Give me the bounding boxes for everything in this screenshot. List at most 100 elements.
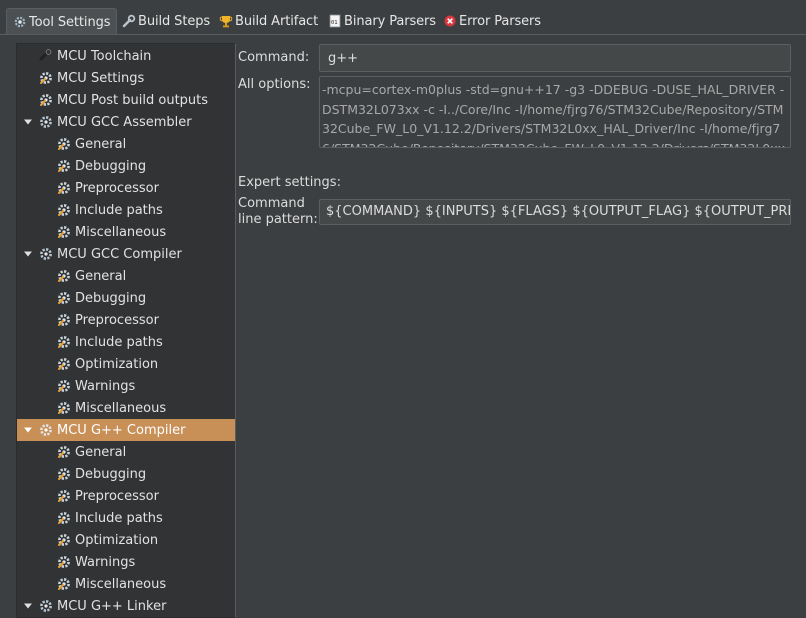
command-line-pattern-label: line pattern: xyxy=(238,212,318,227)
tab-build-steps[interactable]: Build Steps xyxy=(122,10,210,32)
command-line-pattern-input[interactable]: ${COMMAND} ${INPUTS} ${FLAGS} ${OUTPUT_F… xyxy=(319,199,791,225)
tree-item-compiler-general[interactable]: General xyxy=(17,265,235,287)
tree-item-label: Preprocessor xyxy=(75,312,159,328)
tree-item-label: Miscellaneous xyxy=(75,224,167,240)
tool-settings-tree[interactable]: MCU Toolchain MCU Settings MCU Post buil… xyxy=(16,43,236,618)
tree-item-mcu-gcc-compiler[interactable]: MCU GCC Compiler xyxy=(17,243,235,265)
tree-item-mcu-settings[interactable]: MCU Settings xyxy=(17,67,235,89)
tree-item-label: Include paths xyxy=(75,202,163,218)
tab-error-parsers[interactable]: Error Parsers xyxy=(443,10,541,32)
all-options-textarea[interactable]: -mcpu=cortex-m0plus -std=gnu++17 -g3 -DD… xyxy=(319,76,791,148)
tree-item-label: Include paths xyxy=(75,334,163,350)
tree-item-gpp-general[interactable]: General xyxy=(17,441,235,463)
command-label: Command: xyxy=(238,50,310,65)
error-icon xyxy=(443,14,457,28)
settings-page-icon xyxy=(56,334,72,350)
settings-page-icon xyxy=(56,202,72,218)
tab-label: Error Parsers xyxy=(459,13,541,29)
tool-icon xyxy=(38,422,54,438)
expand-triangle-icon[interactable] xyxy=(22,248,34,260)
tab-divider xyxy=(0,34,806,35)
tree-item-label: MCU Toolchain xyxy=(57,48,152,64)
settings-page-icon xyxy=(56,378,72,394)
settings-page-icon xyxy=(56,268,72,284)
settings-page-icon xyxy=(56,158,72,174)
settings-page-icon xyxy=(56,180,72,196)
tree-item-label: Optimization xyxy=(75,356,159,372)
command-line-pattern-label: Command xyxy=(238,196,305,211)
tree-item-compiler-miscellaneous[interactable]: Miscellaneous xyxy=(17,397,235,419)
tab-build-artifact[interactable]: Build Artifact xyxy=(219,10,318,32)
tree-item-compiler-optimization[interactable]: Optimization xyxy=(17,353,235,375)
gear-wrench-icon xyxy=(13,15,27,29)
tree-item-label: Warnings xyxy=(75,554,136,570)
tree-item-label: Preprocessor xyxy=(75,488,159,504)
settings-page-icon xyxy=(56,488,72,504)
settings-page-icon xyxy=(56,356,72,372)
tree-item-label: MCU GCC Assembler xyxy=(57,114,192,130)
tree-item-label: Miscellaneous xyxy=(75,400,167,416)
tree-item-compiler-warnings[interactable]: Warnings xyxy=(17,375,235,397)
gear-wrench-icon xyxy=(38,70,54,86)
tab-tool-settings[interactable]: Tool Settings xyxy=(6,8,118,35)
tree-item-assembler-preprocessor[interactable]: Preprocessor xyxy=(17,177,235,199)
tree-item-label: Debugging xyxy=(75,466,147,482)
settings-page-icon xyxy=(56,224,72,240)
tree-item-label: Preprocessor xyxy=(75,180,159,196)
tab-label: Build Steps xyxy=(138,13,211,29)
tree-item-label: Include paths xyxy=(75,510,163,526)
tool-icon xyxy=(38,598,54,614)
tree-item-label: Debugging xyxy=(75,290,147,306)
expert-settings-label: Expert settings: xyxy=(238,175,341,190)
settings-page-icon xyxy=(56,532,72,548)
tab-label: Tool Settings xyxy=(29,14,111,30)
tree-item-label: General xyxy=(75,136,127,152)
tree-item-label: Miscellaneous xyxy=(75,576,167,592)
tree-item-mcu-gcc-assembler[interactable]: MCU GCC Assembler xyxy=(17,111,235,133)
tree-item-label: Debugging xyxy=(75,158,147,174)
tab-binary-parsers[interactable]: 01 Binary Parsers xyxy=(328,10,436,32)
tree-item-compiler-include-paths[interactable]: Include paths xyxy=(17,331,235,353)
wrench-icon xyxy=(122,14,136,28)
settings-page-icon xyxy=(56,400,72,416)
tab-label: Build Artifact xyxy=(235,13,319,29)
tree-item-label: MCU G++ Linker xyxy=(57,598,167,614)
settings-page-icon xyxy=(56,466,72,482)
tree-item-gpp-preprocessor[interactable]: Preprocessor xyxy=(17,485,235,507)
tree-item-mcu-toolchain[interactable]: MCU Toolchain xyxy=(17,45,235,67)
trophy-icon xyxy=(219,14,233,28)
tree-item-label: General xyxy=(75,268,127,284)
tree-item-assembler-include-paths[interactable]: Include paths xyxy=(17,199,235,221)
tree-item-gpp-debugging[interactable]: Debugging xyxy=(17,463,235,485)
tree-item-compiler-debugging[interactable]: Debugging xyxy=(17,287,235,309)
command-input[interactable]: g++ xyxy=(319,44,791,72)
tree-item-assembler-general[interactable]: General xyxy=(17,133,235,155)
tree-item-mcu-gpp-linker[interactable]: MCU G++ Linker xyxy=(17,595,235,617)
tree-item-mcu-gpp-compiler[interactable]: MCU G++ Compiler xyxy=(17,419,235,441)
tree-item-label: Warnings xyxy=(75,378,136,394)
settings-page-icon xyxy=(56,136,72,152)
expand-triangle-icon[interactable] xyxy=(22,424,34,436)
tree-item-assembler-debugging[interactable]: Debugging xyxy=(17,155,235,177)
tree-item-label: Optimization xyxy=(75,532,159,548)
settings-page-icon xyxy=(56,290,72,306)
tree-item-mcu-post-build-outputs[interactable]: MCU Post build outputs xyxy=(17,89,235,111)
tree-item-gpp-miscellaneous[interactable]: Miscellaneous xyxy=(17,573,235,595)
tree-item-compiler-preprocessor[interactable]: Preprocessor xyxy=(17,309,235,331)
tab-label: Binary Parsers xyxy=(344,13,436,29)
tree-item-assembler-miscellaneous[interactable]: Miscellaneous xyxy=(17,221,235,243)
tree-item-label: MCU Settings xyxy=(57,70,145,86)
tool-icon xyxy=(38,114,54,130)
tree-item-label: MCU Post build outputs xyxy=(57,92,209,108)
settings-page-icon xyxy=(56,554,72,570)
tree-item-gpp-include-paths[interactable]: Include paths xyxy=(17,507,235,529)
settings-page-icon xyxy=(56,312,72,328)
tree-item-label: MCU GCC Compiler xyxy=(57,246,182,262)
settings-page-icon xyxy=(56,510,72,526)
expand-triangle-icon[interactable] xyxy=(22,116,34,128)
tree-item-gpp-warnings[interactable]: Warnings xyxy=(17,551,235,573)
settings-page-icon xyxy=(56,576,72,592)
tab-bar: Tool Settings Build Steps Build Artifact… xyxy=(0,0,806,36)
tree-item-gpp-optimization[interactable]: Optimization xyxy=(17,529,235,551)
expand-triangle-icon[interactable] xyxy=(22,600,34,612)
